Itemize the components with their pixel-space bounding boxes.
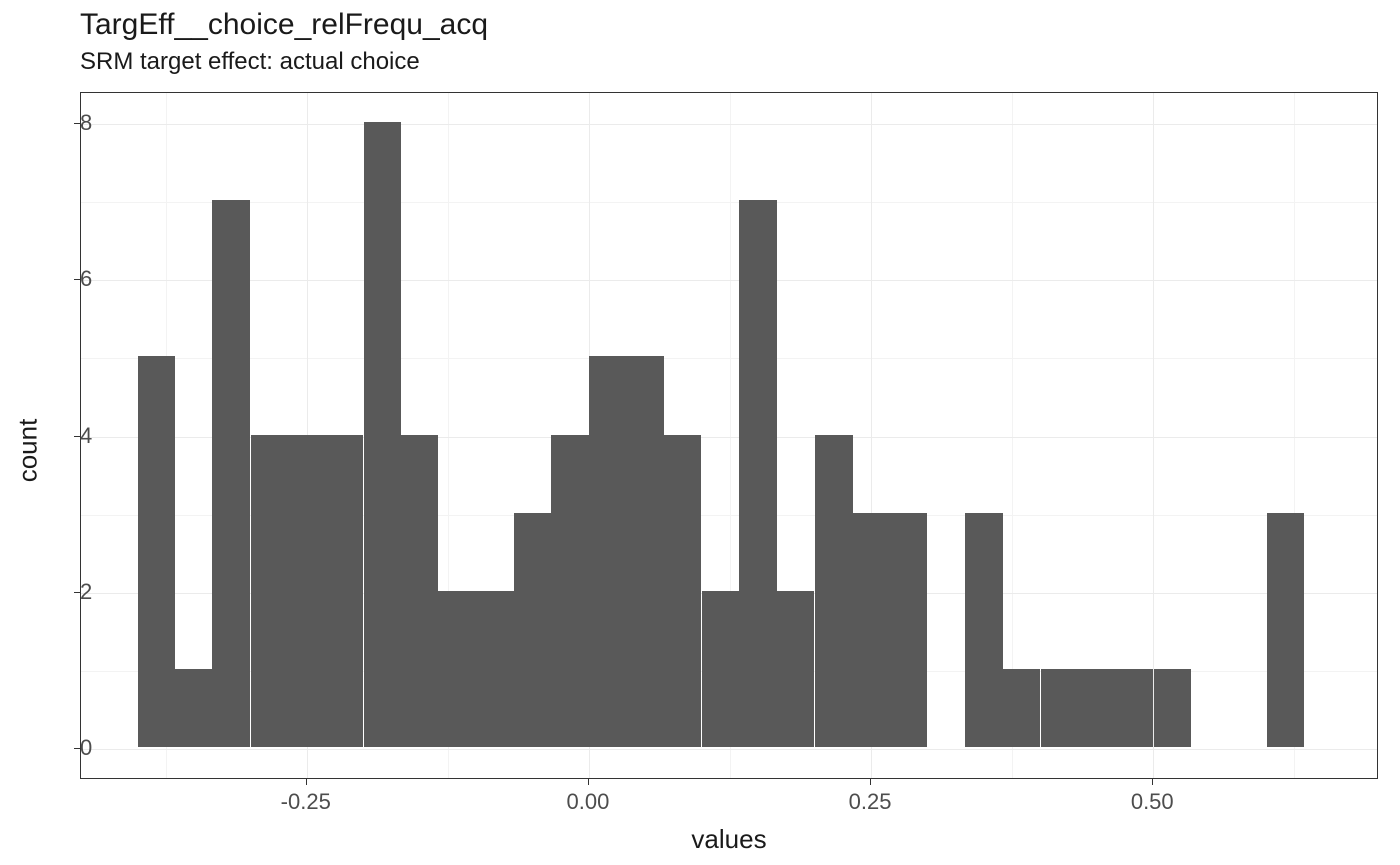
histogram-bar	[551, 435, 589, 747]
grid-major-horizontal	[81, 749, 1377, 750]
histogram-bar	[514, 513, 552, 747]
grid-minor-horizontal	[81, 202, 1377, 203]
histogram-bar	[1041, 669, 1079, 747]
histogram-bar	[852, 513, 890, 747]
chart-subtitle: SRM target effect: actual choice	[80, 48, 420, 76]
histogram-bar	[627, 356, 665, 746]
x-axis-tick	[588, 779, 589, 785]
histogram-bar	[702, 591, 740, 747]
histogram-bar	[589, 356, 627, 746]
x-axis-tick	[1152, 779, 1153, 785]
x-axis-title: values	[691, 824, 766, 855]
histogram-bar	[1002, 669, 1040, 747]
histogram-bar	[138, 356, 176, 746]
grid-minor-horizontal	[81, 358, 1377, 359]
histogram-bar	[476, 591, 514, 747]
histogram-bar	[1115, 669, 1153, 747]
y-axis-title: count	[13, 419, 44, 483]
histogram-bar	[288, 435, 326, 747]
histogram-bar	[1078, 669, 1116, 747]
x-axis-tick-label: 0.00	[566, 789, 609, 815]
histogram-bar	[965, 513, 1003, 747]
x-axis-tick-label: 0.50	[1131, 789, 1174, 815]
grid-major-horizontal	[81, 124, 1377, 125]
chart-title: TargEff__choice_relFrequ_acq	[80, 8, 488, 42]
histogram-bar	[364, 122, 402, 747]
grid-major-horizontal	[81, 280, 1377, 281]
histogram-bar	[175, 669, 213, 747]
histogram-bar	[777, 591, 815, 747]
histogram-bar	[438, 591, 476, 747]
histogram-bar	[815, 435, 853, 747]
histogram-bar	[1154, 669, 1192, 747]
histogram-bar	[325, 435, 363, 747]
plot-panel	[80, 92, 1378, 779]
histogram-bar	[212, 200, 250, 746]
chart-container: TargEff__choice_relFrequ_acq SRM target …	[0, 0, 1400, 865]
histogram-bar	[890, 513, 928, 747]
histogram-bar	[251, 435, 289, 747]
x-axis-tick-label: 0.25	[849, 789, 892, 815]
x-axis-tick	[306, 779, 307, 785]
histogram-bar	[739, 200, 777, 746]
histogram-bar	[664, 435, 702, 747]
histogram-bar	[1267, 513, 1305, 747]
x-axis-tick-label: -0.25	[281, 789, 331, 815]
x-axis-tick	[870, 779, 871, 785]
histogram-bar	[401, 435, 439, 747]
